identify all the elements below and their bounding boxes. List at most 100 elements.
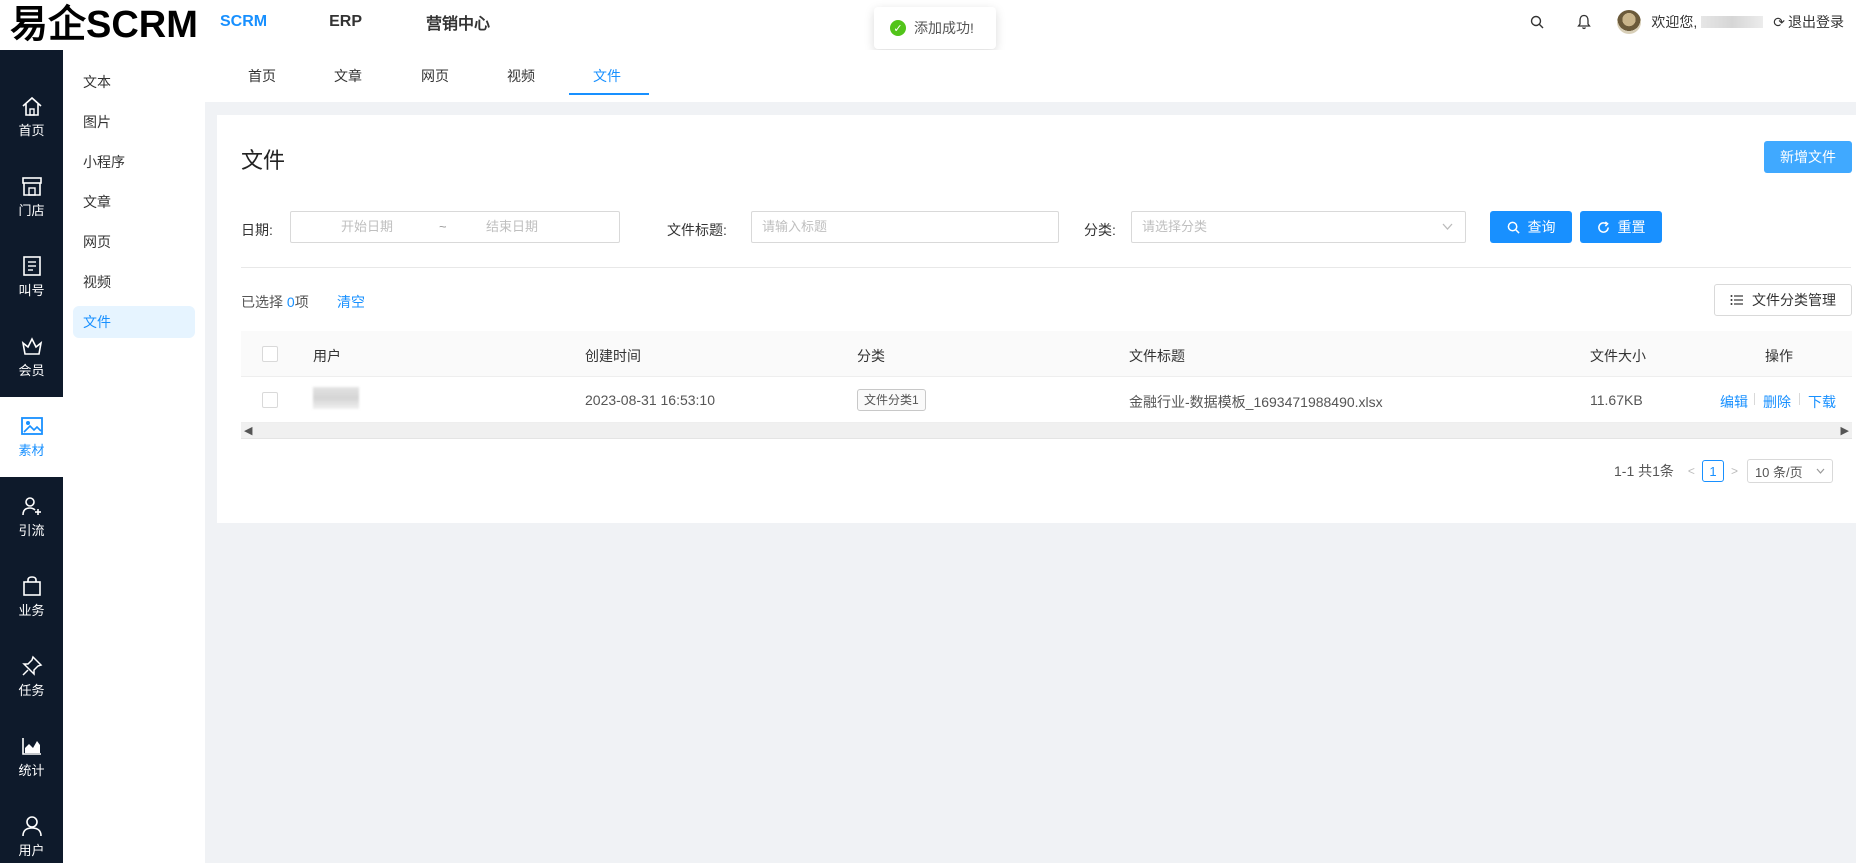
search-icon [1507,221,1520,234]
column-category: 分类 [857,348,885,364]
filter-bar: 日期: 开始日期 ~ 结束日期 文件标题: 请输入标题 分类: 请选择分类 查询… [241,211,1841,245]
column-file-title: 文件标题 [1129,348,1185,364]
action-separator [1799,393,1800,405]
tab-video[interactable]: 视频 [507,66,535,86]
user-cell-blurred [313,387,359,409]
selection-info: 已选择 0项 [241,292,309,312]
top-bar: 易企SCRM SCRM ERP 营销中心 ✓ 添加成功! 欢迎您, ⟳ 退出登录 [0,0,1856,50]
next-page-icon[interactable]: > [1731,464,1738,478]
ticket-icon [22,256,41,276]
toast-message: 添加成功! [914,20,974,36]
page-size-label: 10 条/页 [1754,464,1803,480]
topnav-scrm[interactable]: SCRM [220,13,267,31]
submenu-item-webpage[interactable]: 网页 [73,226,195,258]
sidebar-item-task[interactable]: 任务 [0,637,63,717]
avatar[interactable] [1617,10,1642,34]
date-label: 日期: [241,222,273,238]
prev-page-icon[interactable]: < [1688,464,1695,478]
category-select[interactable]: 请选择分类 [1131,211,1466,243]
content-card: 文件 新增文件 日期: 开始日期 ~ 结束日期 文件标题: 请输入标题 分类: … [217,115,1856,523]
power-icon: ⟳ [1773,13,1785,30]
sidebar-label: 用户 [18,843,45,858]
submenu-item-file[interactable]: 文件 [73,306,195,338]
tab-article[interactable]: 文章 [334,66,362,86]
sidebar-item-business[interactable]: 业务 [0,557,63,637]
check-circle-icon: ✓ [890,20,906,36]
pagination: 1-1 共1条 < 1 > 10 条/页 [1614,459,1833,483]
start-date-placeholder[interactable]: 开始日期 [341,212,393,242]
crown-icon [21,337,42,355]
logout-button[interactable]: ⟳ 退出登录 [1773,12,1844,32]
scroll-left-icon[interactable]: ◀ [244,423,252,439]
sidebar-item-stats[interactable]: 统计 [0,717,63,797]
submenu-item-text[interactable]: 文本 [73,66,195,98]
app-logo[interactable]: 易企SCRM [10,2,198,48]
refresh-icon [1597,220,1609,233]
pagination-summary: 1-1 共1条 [1614,463,1674,479]
image-icon [20,417,43,435]
download-link[interactable]: 下载 [1808,392,1836,412]
date-range-picker[interactable]: 开始日期 ~ 结束日期 [290,211,620,243]
new-file-button[interactable]: 新增文件 [1764,141,1852,173]
submenu-item-article[interactable]: 文章 [73,186,195,218]
tab-active-indicator [569,93,649,95]
range-separator: ~ [439,219,447,234]
submenu-item-image[interactable]: 图片 [73,106,195,138]
submenu-item-miniprogram[interactable]: 小程序 [73,146,195,178]
welcome-text: 欢迎您, [1651,14,1698,30]
sidebar-item-user[interactable]: 用户 [0,797,63,863]
end-date-placeholder[interactable]: 结束日期 [486,212,538,242]
category-placeholder: 请选择分类 [1142,219,1208,234]
top-nav: SCRM ERP 营销中心 [220,0,555,44]
created-time-cell: 2023-08-31 16:53:10 [585,392,715,408]
row-checkbox[interactable] [262,392,278,408]
tabs-bar: 首页 文章 网页 视频 文件 [205,50,1856,102]
category-tag: 文件分类1 [857,389,926,411]
title-input[interactable]: 请输入标题 [751,211,1059,243]
sub-menu: 文本 图片 小程序 文章 网页 视频 文件 [63,50,205,863]
sidebar-label: 门店 [18,203,45,218]
sidebar-label: 任务 [18,683,45,698]
logout-label: 退出登录 [1788,14,1844,30]
sidebar-item-material[interactable]: 素材 [0,397,63,477]
sidebar-item-store[interactable]: 门店 [0,157,63,237]
page-title: 文件 [241,148,286,173]
user-plus-icon [21,497,41,516]
divider [241,267,1851,268]
sidebar-item-call[interactable]: 叫号 [0,237,63,317]
delete-link[interactable]: 删除 [1763,392,1791,412]
query-button[interactable]: 查询 [1490,211,1572,243]
store-icon [21,177,42,196]
tab-webpage[interactable]: 网页 [421,66,449,86]
tab-file[interactable]: 文件 [593,66,621,86]
file-size-cell: 11.67KB [1590,392,1643,408]
topnav-erp[interactable]: ERP [329,13,362,31]
sidebar-item-traffic[interactable]: 引流 [0,477,63,557]
search-icon[interactable] [1523,8,1551,36]
sidebar-item-member[interactable]: 会员 [0,317,63,397]
sidebar-item-home[interactable]: 首页 [0,77,63,157]
bell-icon[interactable] [1570,8,1598,36]
tab-home[interactable]: 首页 [248,66,276,86]
main-sidebar: 首页 门店 叫号 会员 素材 引流 业务 任务 统计 用户 [0,50,63,863]
scroll-right-icon[interactable]: ▶ [1841,423,1849,439]
page-number-current[interactable]: 1 [1701,460,1724,482]
submenu-item-video[interactable]: 视频 [73,266,195,298]
sidebar-label: 统计 [18,763,45,778]
topnav-marketing[interactable]: 营销中心 [426,10,490,34]
success-toast: ✓ 添加成功! [874,7,996,49]
page-size-select[interactable]: 10 条/页 [1746,459,1833,483]
horizontal-scrollbar[interactable]: ◀ ▶ [241,423,1852,439]
column-actions: 操作 [1765,348,1793,364]
selection-prefix: 已选择 [241,294,287,310]
edit-link[interactable]: 编辑 [1720,392,1748,412]
sidebar-label: 引流 [18,523,45,538]
username-blurred [1701,16,1764,28]
category-manage-label: 文件分类管理 [1752,292,1836,308]
clear-selection-link[interactable]: 清空 [337,292,365,312]
reset-button[interactable]: 重置 [1580,211,1662,243]
action-separator [1754,393,1755,405]
file-category-manage-button[interactable]: 文件分类管理 [1714,284,1852,316]
sidebar-label: 首页 [18,123,45,138]
select-all-checkbox[interactable] [262,346,278,362]
